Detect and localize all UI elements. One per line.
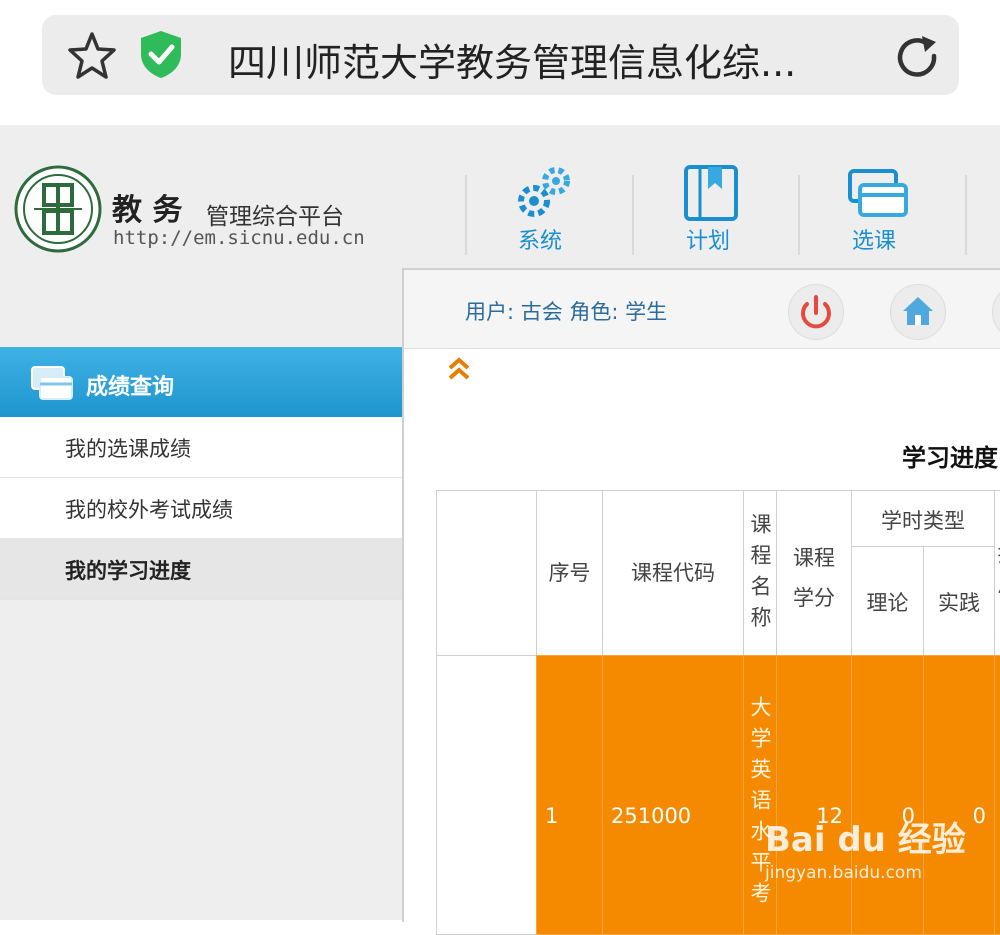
shield-check-icon[interactable] xyxy=(136,28,186,80)
brand-sub: 管理综合平台 xyxy=(206,204,344,230)
nav-course-select-label[interactable]: 选课 xyxy=(852,223,896,255)
sidebar-item-external-exam-scores[interactable]: 我的校外考试成绩 xyxy=(0,478,402,539)
brand-url: http://em.sicnu.edu.cn xyxy=(113,227,365,249)
td-seq-text: 1 xyxy=(545,804,559,828)
report-title: 学习进度 xyxy=(902,444,998,472)
td-code: 251000 xyxy=(602,655,744,935)
td-code-text: 251000 xyxy=(611,804,692,828)
collapse-icon xyxy=(448,357,470,380)
nav-plan-label[interactable]: 计划 xyxy=(686,223,730,255)
sidebar-item-label: 我的校外考试成绩 xyxy=(65,498,233,522)
university-seal-logo xyxy=(14,165,102,253)
baidu-jingyan-watermark: Bai du 经验 jingyan.baidu.com xyxy=(765,812,966,883)
power-icon xyxy=(801,295,831,329)
th-seq: 序号 xyxy=(536,490,603,656)
th-credits: 课程学分 xyxy=(776,490,852,656)
chevron-double-up-icon[interactable] xyxy=(446,356,472,388)
th-practice: 实践 xyxy=(923,546,995,656)
th-credits-text: 课程学分 xyxy=(793,546,835,610)
logout-button[interactable] xyxy=(788,284,844,340)
th-seq-text: 序号 xyxy=(548,561,591,585)
star-outline-icon[interactable] xyxy=(66,30,118,82)
td-practice: 0 xyxy=(923,655,995,935)
th-theory-text: 理论 xyxy=(866,591,909,615)
home-icon xyxy=(903,297,933,325)
brand-main: 教 务 xyxy=(112,193,183,228)
th-name: 课程名称 xyxy=(743,490,777,656)
gears-icon[interactable] xyxy=(512,163,576,223)
td-name: 大学英语水平考 xyxy=(743,655,777,935)
th-theory: 理论 xyxy=(851,546,924,656)
sidebar-item-label: 我的选课成绩 xyxy=(65,437,191,461)
nav-divider xyxy=(798,175,800,255)
table-corner xyxy=(436,490,537,656)
td-credits: 12 xyxy=(776,655,852,935)
th-practice-text: 实践 xyxy=(938,591,980,615)
th-hours-type-text: 学时类型 xyxy=(881,509,965,533)
sidebar-item-study-progress[interactable]: 我的学习进度 xyxy=(0,539,402,600)
th-name-text: 课程名称 xyxy=(748,512,772,637)
app-area: 教 务 管理综合平台 http://em.sicnu.edu.cn 系统 计划 … xyxy=(0,125,1000,935)
th-code-text: 课程代码 xyxy=(631,561,715,585)
row-gutter xyxy=(436,655,537,935)
nav-system-label[interactable]: 系统 xyxy=(518,223,562,255)
td-cut xyxy=(994,655,1000,935)
nav-divider xyxy=(965,175,967,255)
watermark-url: jingyan.baidu.com xyxy=(765,863,922,883)
nav-divider xyxy=(465,175,467,255)
td-name-text: 大学英语水平考 xyxy=(748,695,772,913)
th-cut: 担总 xyxy=(994,490,1000,656)
book-icon[interactable] xyxy=(680,163,744,223)
reload-icon[interactable] xyxy=(892,32,944,84)
sidebar-section-header[interactable]: 成绩查询 xyxy=(0,347,402,417)
th-hours-type: 学时类型 xyxy=(851,490,995,547)
th-code: 课程代码 xyxy=(602,490,744,656)
score-card-icon xyxy=(31,366,73,400)
td-theory: 0 xyxy=(851,655,924,935)
sidebar-section-title: 成绩查询 xyxy=(86,375,175,400)
sidebar-item-label: 我的学习进度 xyxy=(65,559,191,583)
user-role-text: 用户: 古会 角色: 学生 xyxy=(465,300,668,324)
browser-toolbar: 四川师范大学教务管理信息化综... xyxy=(0,0,1000,125)
sidebar-item-course-scores[interactable]: 我的选课成绩 xyxy=(0,417,402,478)
user-bar: 用户: 古会 角色: 学生 xyxy=(404,270,1000,349)
more-button[interactable] xyxy=(992,284,1000,340)
card-icon[interactable] xyxy=(846,163,910,223)
home-button[interactable] xyxy=(890,284,946,340)
nav-divider xyxy=(632,175,634,255)
page-title-url[interactable]: 四川师范大学教务管理信息化综... xyxy=(228,32,796,87)
td-seq: 1 xyxy=(536,655,603,935)
watermark-brand: Bai du 经验 xyxy=(765,820,966,860)
